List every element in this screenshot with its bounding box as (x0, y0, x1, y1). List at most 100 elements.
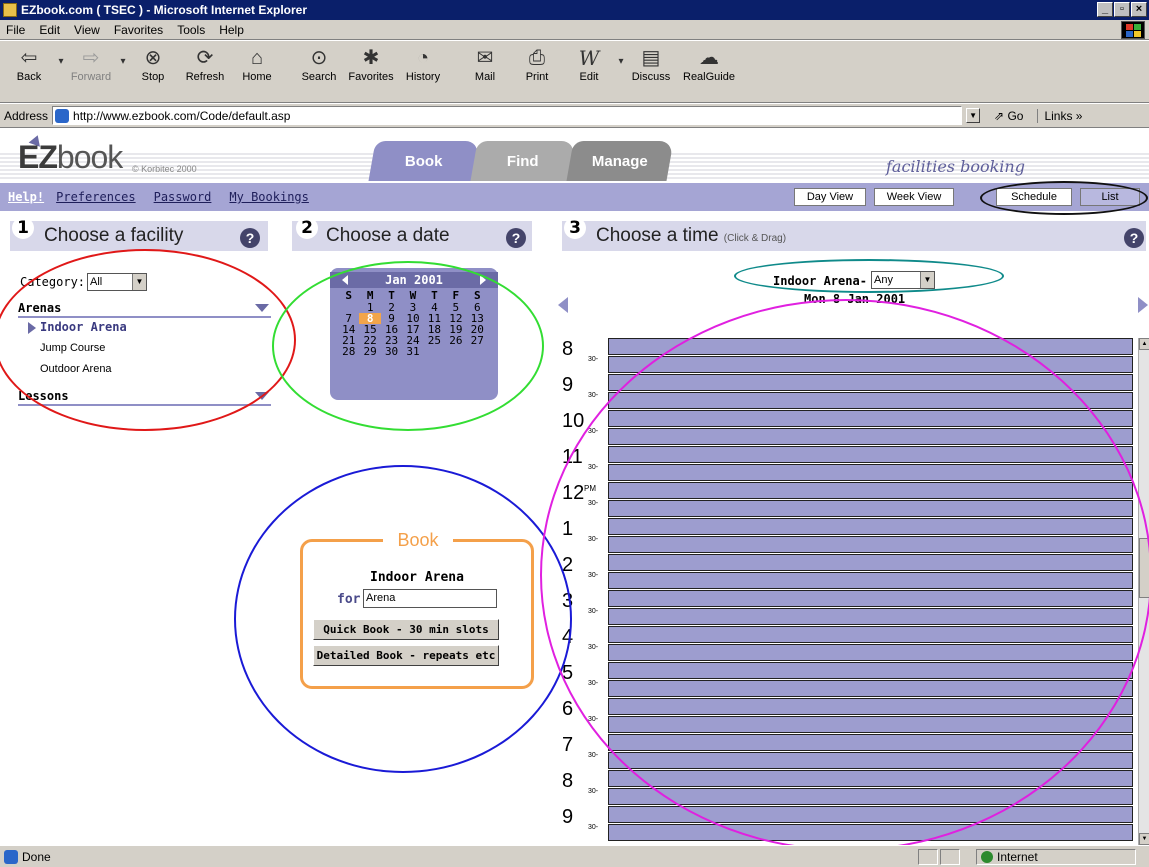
time-slot[interactable] (608, 338, 1133, 355)
tab-manage[interactable]: Manage (566, 141, 674, 181)
next-month-icon[interactable] (480, 275, 486, 285)
tab-book[interactable]: Book (368, 141, 480, 181)
forward-arrow-icon: ⇨ (82, 47, 100, 69)
next-day-arrow-icon[interactable] (1138, 297, 1148, 313)
time-slot[interactable] (608, 554, 1133, 571)
time-slot[interactable] (608, 410, 1133, 427)
menu-favorites[interactable]: Favorites (114, 23, 163, 37)
day-view-button[interactable]: Day View (794, 188, 866, 206)
print-button[interactable]: ⎙ Print (512, 45, 562, 83)
back-button[interactable]: ⇦ Back (4, 45, 54, 83)
edit-dropdown-icon[interactable]: ▾ (616, 45, 626, 79)
time-slot[interactable] (608, 752, 1133, 769)
address-input[interactable]: http://www.ezbook.com/Code/default.asp (52, 106, 963, 125)
time-slot[interactable] (608, 590, 1133, 607)
list-button[interactable]: List (1080, 188, 1140, 206)
book-for-input[interactable]: Arena (363, 589, 497, 608)
group-lessons[interactable]: Lessons (18, 389, 271, 406)
quick-book-button[interactable]: Quick Book - 30 min slots (313, 619, 499, 640)
calendar: Jan 2001 S M T W T F S 1 2 3 4 5 6 7 8 9 10 11 12 13 14 15 16 1… (330, 268, 498, 400)
minimize-button[interactable]: _ (1097, 2, 1113, 17)
time-slot[interactable] (608, 770, 1133, 787)
time-slot[interactable] (608, 644, 1133, 661)
address-dropdown-icon[interactable]: ▼ (966, 108, 981, 123)
scroll-down-icon[interactable]: ▼ (1139, 833, 1149, 845)
stop-button[interactable]: ⊗ Stop (128, 45, 178, 83)
category-select[interactable]: All ▼ (87, 273, 147, 291)
time-slot[interactable] (608, 662, 1133, 679)
time-slot[interactable] (608, 518, 1133, 535)
time-slot[interactable] (608, 428, 1133, 445)
back-dropdown-icon[interactable]: ▾ (56, 45, 66, 79)
menu-file[interactable]: File (6, 23, 25, 37)
preferences-link[interactable]: Preferences (56, 190, 135, 204)
time-slot[interactable] (608, 680, 1133, 697)
menu-help[interactable]: Help (219, 23, 244, 37)
time-slot[interactable] (608, 500, 1133, 517)
facility-help-icon[interactable]: ? (240, 228, 260, 248)
date-help-icon[interactable]: ? (506, 228, 526, 248)
time-slot[interactable] (608, 446, 1133, 463)
prev-day-arrow-icon[interactable] (558, 297, 568, 313)
forward-button[interactable]: ⇨ Forward (66, 45, 116, 83)
calendar-day[interactable]: 27 (467, 335, 488, 346)
time-slot[interactable] (608, 608, 1133, 625)
time-schedule-grid[interactable]: 8 30- 9 30- 10 30- 11 30- 12 PM 30- 1 30- 2 30- 3 30- 4 30… (562, 338, 1138, 845)
realguide-button[interactable]: ☁ RealGuide (678, 45, 740, 83)
detailed-book-button[interactable]: Detailed Book - repeats etc (313, 645, 499, 666)
menu-view[interactable]: View (74, 23, 100, 37)
mail-button[interactable]: ✉ Mail (460, 45, 510, 83)
search-button[interactable]: ⊙ Search (294, 45, 344, 83)
schedule-button[interactable]: Schedule (996, 188, 1072, 206)
tab-find[interactable]: Find (470, 141, 576, 181)
facility-outdoor-arena[interactable]: Outdoor Arena (40, 363, 112, 375)
discuss-button[interactable]: ▤ Discuss (626, 45, 676, 83)
schedule-scrollbar[interactable]: ▲ ▼ (1138, 338, 1149, 845)
facility-indoor-arena[interactable]: Indoor Arena (40, 320, 127, 334)
menu-tools[interactable]: Tools (177, 23, 205, 37)
time-slot[interactable] (608, 716, 1133, 733)
calendar-day[interactable]: 29 (359, 346, 380, 357)
time-slot[interactable] (608, 482, 1133, 499)
prev-month-icon[interactable] (342, 275, 348, 285)
group-arenas[interactable]: Arenas (18, 301, 271, 318)
time-slot[interactable] (608, 392, 1133, 409)
maximize-button[interactable]: ▫ (1114, 2, 1130, 17)
history-button[interactable]: ◔ History (398, 45, 448, 83)
time-slot[interactable] (608, 698, 1133, 715)
edit-button[interactable]: W Edit (564, 45, 614, 83)
refresh-button[interactable]: ⟳ Refresh (180, 45, 230, 83)
help-link[interactable]: Help! (8, 190, 44, 204)
time-slot[interactable] (608, 806, 1133, 823)
time-slot[interactable] (608, 824, 1133, 841)
week-view-button[interactable]: Week View (874, 188, 954, 206)
time-slot[interactable] (608, 788, 1133, 805)
links-button[interactable]: Links » (1037, 108, 1082, 123)
time-slot[interactable] (608, 464, 1133, 481)
calendar-day[interactable]: 28 (338, 346, 359, 357)
time-slot[interactable] (608, 572, 1133, 589)
time-slot[interactable] (608, 734, 1133, 751)
calendar-day[interactable]: 26 (445, 335, 466, 346)
menu-edit[interactable]: Edit (39, 23, 60, 37)
forward-dropdown-icon[interactable]: ▾ (118, 45, 128, 79)
my-bookings-link[interactable]: My Bookings (229, 190, 308, 204)
calendar-day[interactable]: 25 (424, 335, 445, 346)
favorites-button[interactable]: ✱ Favorites (346, 45, 396, 83)
home-button[interactable]: ⌂ Home (232, 45, 282, 83)
calendar-day[interactable]: 31 (402, 346, 423, 357)
time-help-icon[interactable]: ? (1124, 228, 1144, 248)
time-slot[interactable] (608, 356, 1133, 373)
close-button[interactable]: × (1131, 2, 1147, 17)
ezbook-logo[interactable]: EZbook (18, 139, 123, 176)
time-slot[interactable] (608, 374, 1133, 391)
scroll-up-icon[interactable]: ▲ (1139, 338, 1149, 350)
password-link[interactable]: Password (154, 190, 212, 204)
resource-select[interactable]: Any ▼ (871, 271, 935, 289)
scroll-thumb[interactable] (1139, 538, 1149, 598)
time-slot[interactable] (608, 626, 1133, 643)
go-button[interactable]: ⇗ Go (994, 109, 1023, 123)
facility-jump-course[interactable]: Jump Course (40, 342, 105, 354)
time-slot[interactable] (608, 536, 1133, 553)
calendar-day[interactable]: 30 (381, 346, 402, 357)
